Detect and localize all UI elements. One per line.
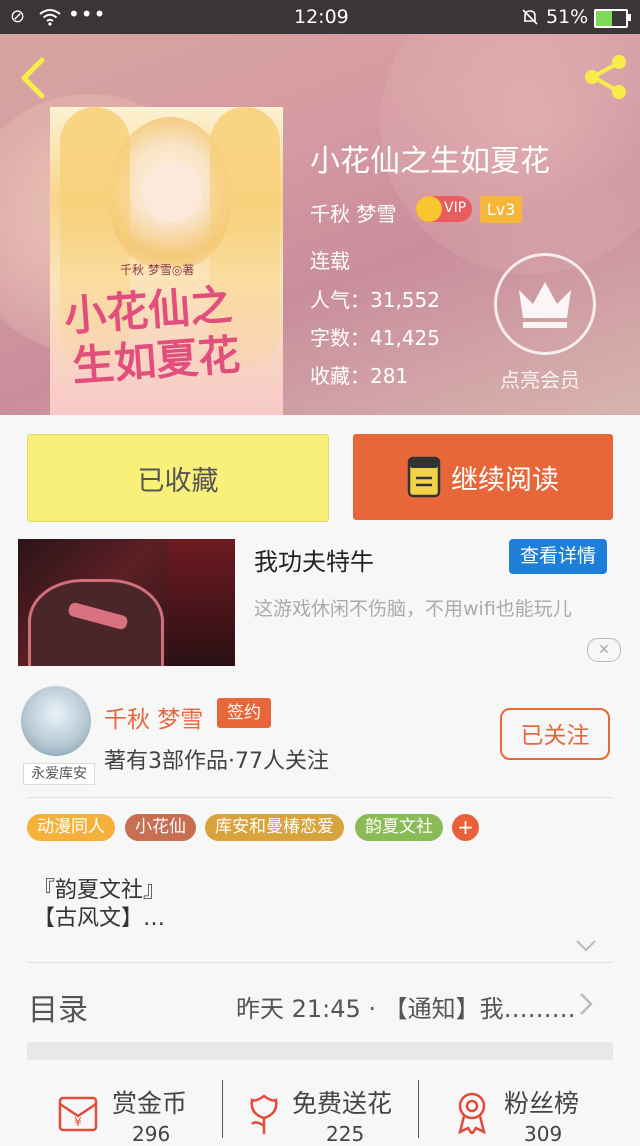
cover-title-line-2: 生如夏花 [70,330,242,391]
signed-badge: 签约 [217,698,271,728]
crown-outline-icon [519,282,571,328]
ad-title[interactable]: 我功夫特牛 [254,542,374,577]
fan-ranking-button[interactable]: 粉丝榜 309 [420,1080,620,1146]
ad-close-icon[interactable]: ✕ [587,638,621,662]
red-envelope-icon: ¥ [58,1096,98,1132]
book-popularity: 人气：31,552 [310,288,440,312]
battery-tip [628,14,631,21]
divider [27,797,613,798]
author-name[interactable]: 千秋 梦雪 [104,700,203,734]
flower-icon [250,1094,278,1134]
add-tag-button[interactable]: + [452,814,479,841]
status-time: 12:09 [294,6,349,28]
ad-image[interactable] [18,539,235,666]
member-label[interactable]: 点亮会员 [500,364,580,393]
level-badge: Lv3 [480,196,522,223]
avatar-label: 永爱库安 [23,763,95,785]
send-flower-button[interactable]: 免费送花 225 [224,1080,418,1146]
chevron-right-icon [580,993,593,1015]
reward-coin-count: 296 [132,1122,171,1146]
book-cover[interactable]: 千秋 梦雪◎著 小花仙之 生如夏花 [50,107,283,415]
battery-percent: 51% [546,6,589,28]
wifi-icon [39,9,61,26]
book-icon [407,456,441,498]
share-icon[interactable] [580,52,630,102]
book-favorites: 收藏：281 [310,364,409,388]
latest-chapter: 昨天 21:45 · 【通知】我……… [236,995,576,1023]
tag-item[interactable]: 库安和曼椿恋爱 [205,814,344,841]
send-flower-label: 免费送花 [292,1089,393,1118]
ad-description: 这游戏休闲不伤脑，不用wifi也能玩儿 [254,598,572,620]
tag-item[interactable]: 小花仙 [125,814,196,841]
mute-bell-icon [522,9,538,25]
author-avatar[interactable] [21,686,91,756]
svg-text:¥: ¥ [74,1115,82,1129]
separator-band [27,1042,613,1060]
book-author[interactable]: 千秋 梦雪 [310,198,396,227]
crown-icon [416,196,442,222]
medal-icon [458,1092,486,1134]
send-flower-count: 225 [326,1122,365,1146]
divider [418,1080,419,1138]
reward-coin-label: 赏金币 [112,1089,188,1118]
more-icon: ••• [68,2,107,26]
fan-ranking-count: 309 [524,1122,563,1146]
no-sim-icon: ⊘ [10,6,26,27]
back-icon[interactable] [16,56,50,100]
collected-button[interactable]: 已收藏 [27,434,329,522]
author-stats: 著有3部作品·77人关注 [104,749,329,774]
member-button[interactable] [494,253,596,355]
vip-badge: VIP [416,196,472,222]
collected-label: 已收藏 [137,465,219,497]
status-bar: ⊘ ••• 12:09 51% [0,0,640,34]
battery-icon [594,9,628,28]
book-state: 连载 [310,249,350,273]
catalog-label: 目录 [28,993,88,1028]
divider [27,962,613,963]
reward-coin-button[interactable]: ¥ 赏金币 296 [40,1080,220,1146]
ad-detail-button[interactable]: 查看详情 [509,539,607,574]
continue-reading-label: 继续阅读 [451,464,559,496]
book-title: 小花仙之生如夏花 [310,144,550,179]
tag-item[interactable]: 动漫同人 [27,814,115,841]
divider [222,1080,223,1138]
expand-chevron-icon[interactable] [574,938,598,954]
intro-line-2: 【古风文】… [33,906,166,931]
follow-button[interactable]: 已关注 [500,708,610,760]
tag-item[interactable]: 韵夏文社 [355,814,443,841]
fan-ranking-label: 粉丝榜 [504,1089,580,1118]
catalog-row[interactable]: 目录 昨天 21:45 · 【通知】我……… [0,975,640,1035]
book-word-count: 字数：41,425 [310,326,440,350]
continue-reading-button[interactable]: 继续阅读 [353,434,613,520]
